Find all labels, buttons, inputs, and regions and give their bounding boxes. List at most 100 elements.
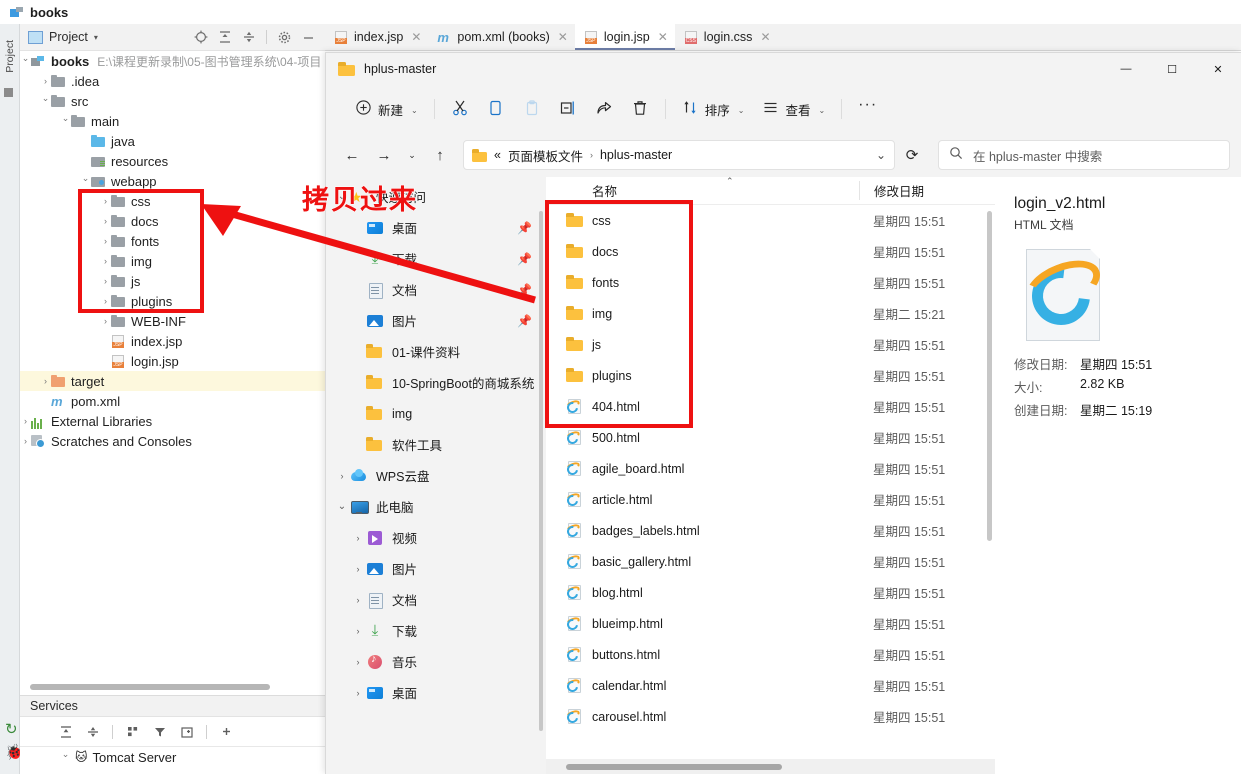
nav-item--[interactable]: 文档 📌 xyxy=(326,274,546,305)
nav-item--[interactable]: › 桌面 xyxy=(326,677,546,708)
nav-item-wps-[interactable]: › WPS云盘 xyxy=(326,460,546,491)
nav-item--[interactable]: › 音乐 xyxy=(326,646,546,677)
tree-item-java[interactable]: java xyxy=(20,131,325,151)
gear-icon[interactable] xyxy=(277,30,291,44)
chevron-down-icon[interactable] xyxy=(60,116,71,127)
pin-icon[interactable]: 📌 xyxy=(517,283,532,297)
back-button[interactable]: ← xyxy=(337,140,367,170)
pin-icon[interactable]: 📌 xyxy=(517,314,532,328)
chevron-down-icon[interactable]: ⌄ xyxy=(738,106,745,115)
tree-item--idea[interactable]: .idea xyxy=(20,71,325,91)
chevron-right-icon[interactable] xyxy=(100,276,111,286)
tree-item-main[interactable]: main xyxy=(20,111,325,131)
chevron-right-icon[interactable]: › xyxy=(334,471,350,481)
file-list-row[interactable]: 404.html 星期四 15:51 xyxy=(546,391,995,422)
chevron-right-icon[interactable] xyxy=(100,196,111,206)
project-tree[interactable]: books E:\课程更新录制\05-图书管理系统\04-项目 .idea srcma… xyxy=(20,51,325,681)
chevron-down-icon[interactable] xyxy=(80,176,91,187)
file-list-row[interactable]: agile_board.html 星期四 15:51 xyxy=(546,453,995,484)
close-button[interactable]: ✕ xyxy=(1195,53,1241,85)
tree-item-books[interactable]: books E:\课程更新录制\05-图书管理系统\04-项目 xyxy=(20,51,325,71)
refresh-button[interactable]: ⟳ xyxy=(897,140,927,170)
project-toolwindow-label[interactable]: Project xyxy=(49,30,88,44)
chevron-down-icon[interactable] xyxy=(60,752,71,763)
chevron-right-icon[interactable] xyxy=(40,76,51,86)
file-list-row[interactable]: basic_gallery.html 星期四 15:51 xyxy=(546,546,995,577)
chevron-right-icon[interactable] xyxy=(20,416,31,426)
chevron-right-icon[interactable] xyxy=(40,376,51,386)
file-list-row[interactable]: 500.html 星期四 15:51 xyxy=(546,422,995,453)
chevron-right-icon[interactable] xyxy=(100,236,111,246)
filter-icon[interactable] xyxy=(152,724,167,739)
tree-item-css[interactable]: css xyxy=(20,191,325,211)
close-icon[interactable]: ✕ xyxy=(658,30,668,44)
project-tree-hscrollbar[interactable] xyxy=(30,684,270,690)
tree-item-docs[interactable]: docs xyxy=(20,211,325,231)
file-list-row[interactable]: calendar.html 星期四 15:51 xyxy=(546,670,995,701)
editor-tab-bar[interactable]: JSP index.jsp ✕ m pom.xml (books) ✕ JSP login.j… xyxy=(325,24,1241,51)
tree-item-img[interactable]: img xyxy=(20,251,325,271)
address-breadcrumb-box[interactable]: « 页面模板文件 › hplus-master ⌄ xyxy=(463,140,895,170)
file-list-row[interactable]: img 星期二 15:21 xyxy=(546,298,995,329)
chevron-down-icon[interactable]: ⌄ xyxy=(334,501,350,512)
file-list-row[interactable]: article.html 星期四 15:51 xyxy=(546,484,995,515)
nav-item--[interactable]: ⤓ 下载 📌 xyxy=(326,243,546,274)
tree-item-webapp[interactable]: webapp xyxy=(20,171,325,191)
delete-button[interactable] xyxy=(622,93,658,125)
file-list-row[interactable]: blog.html 星期四 15:51 xyxy=(546,577,995,608)
pin-icon[interactable]: 📌 xyxy=(517,221,532,235)
file-list-row[interactable]: carousel.html 星期四 15:51 xyxy=(546,701,995,732)
nav-item--[interactable]: ⌄ ★ 快速访问 xyxy=(326,181,546,212)
search-input[interactable]: 在 hplus-master 中搜索 xyxy=(938,140,1230,170)
new-button[interactable]: 新建 ⌄ xyxy=(346,93,427,125)
file-list-row[interactable]: docs 星期四 15:51 xyxy=(546,236,995,267)
up-button[interactable]: ↑ xyxy=(425,140,455,170)
hide-icon[interactable] xyxy=(301,30,315,44)
editor-tab-index-jsp[interactable]: JSP index.jsp ✕ xyxy=(325,24,428,50)
tree-item-login-jsp[interactable]: JSP login.jsp xyxy=(20,351,325,371)
file-list-row[interactable]: blueimp.html 星期四 15:51 xyxy=(546,608,995,639)
chevron-down-icon[interactable] xyxy=(40,96,51,107)
tree-item-index-jsp[interactable]: JSP index.jsp xyxy=(20,331,325,351)
editor-tab-pom-xml-books-[interactable]: m pom.xml (books) ✕ xyxy=(428,24,574,50)
chevron-right-icon[interactable] xyxy=(20,436,31,446)
nav-item--[interactable]: 图片 📌 xyxy=(326,305,546,336)
close-icon[interactable]: ✕ xyxy=(760,30,770,44)
chevron-right-icon[interactable]: › xyxy=(350,533,366,543)
file-list-row[interactable]: js 星期四 15:51 xyxy=(546,329,995,360)
debug-icon[interactable]: 🐞 xyxy=(5,743,24,761)
chevron-right-icon[interactable]: › xyxy=(350,564,366,574)
services-tree[interactable]: 🐱 Tomcat Server xyxy=(20,747,325,774)
nav-item--[interactable]: › 文档 xyxy=(326,584,546,615)
navigation-pane[interactable]: ⌄ ★ 快速访问 桌面 📌 ⤓ 下载 📌 文档 📌 图片 📌 01-课件资料 10-SpringBoot的… xyxy=(326,177,546,774)
file-list-row[interactable]: fonts 星期四 15:51 xyxy=(546,267,995,298)
collapse-all-icon[interactable] xyxy=(85,724,100,739)
chevron-down-icon[interactable]: ⌄ xyxy=(876,148,886,162)
share-button[interactable] xyxy=(586,93,622,125)
chevron-right-icon[interactable] xyxy=(100,256,111,266)
pin-icon[interactable]: 📌 xyxy=(517,252,532,266)
paste-button[interactable] xyxy=(514,93,550,125)
forward-button[interactable]: → xyxy=(369,140,399,170)
rename-button[interactable] xyxy=(550,93,586,125)
new-tab-icon[interactable] xyxy=(179,724,194,739)
close-icon[interactable]: ✕ xyxy=(411,30,421,44)
chevron-right-icon[interactable]: › xyxy=(350,595,366,605)
tree-item-external-libraries[interactable]: External Libraries xyxy=(20,411,325,431)
file-list-row[interactable]: plugins 星期四 15:51 xyxy=(546,360,995,391)
file-list-row[interactable]: buttons.html 星期四 15:51 xyxy=(546,639,995,670)
chevron-right-icon[interactable]: › xyxy=(350,626,366,636)
collapse-all-icon[interactable] xyxy=(242,30,256,44)
file-list-row[interactable]: badges_labels.html 星期四 15:51 xyxy=(546,515,995,546)
expand-all-icon[interactable] xyxy=(218,30,232,44)
copy-button[interactable] xyxy=(478,93,514,125)
column-header-name[interactable]: 名称 ⌃ xyxy=(546,176,859,200)
tree-item-resources[interactable]: resources xyxy=(20,151,325,171)
maximize-button[interactable]: ☐ xyxy=(1149,53,1195,85)
nav-item--[interactable]: 桌面 📌 xyxy=(326,212,546,243)
breadcrumb-item-1[interactable]: 页面模板文件 xyxy=(508,146,583,165)
file-list-vscrollbar[interactable] xyxy=(987,211,992,541)
group-icon[interactable] xyxy=(125,724,140,739)
services-item-tomcat[interactable]: 🐱 Tomcat Server xyxy=(20,747,325,767)
nav-item--[interactable]: 软件工具 xyxy=(326,429,546,460)
